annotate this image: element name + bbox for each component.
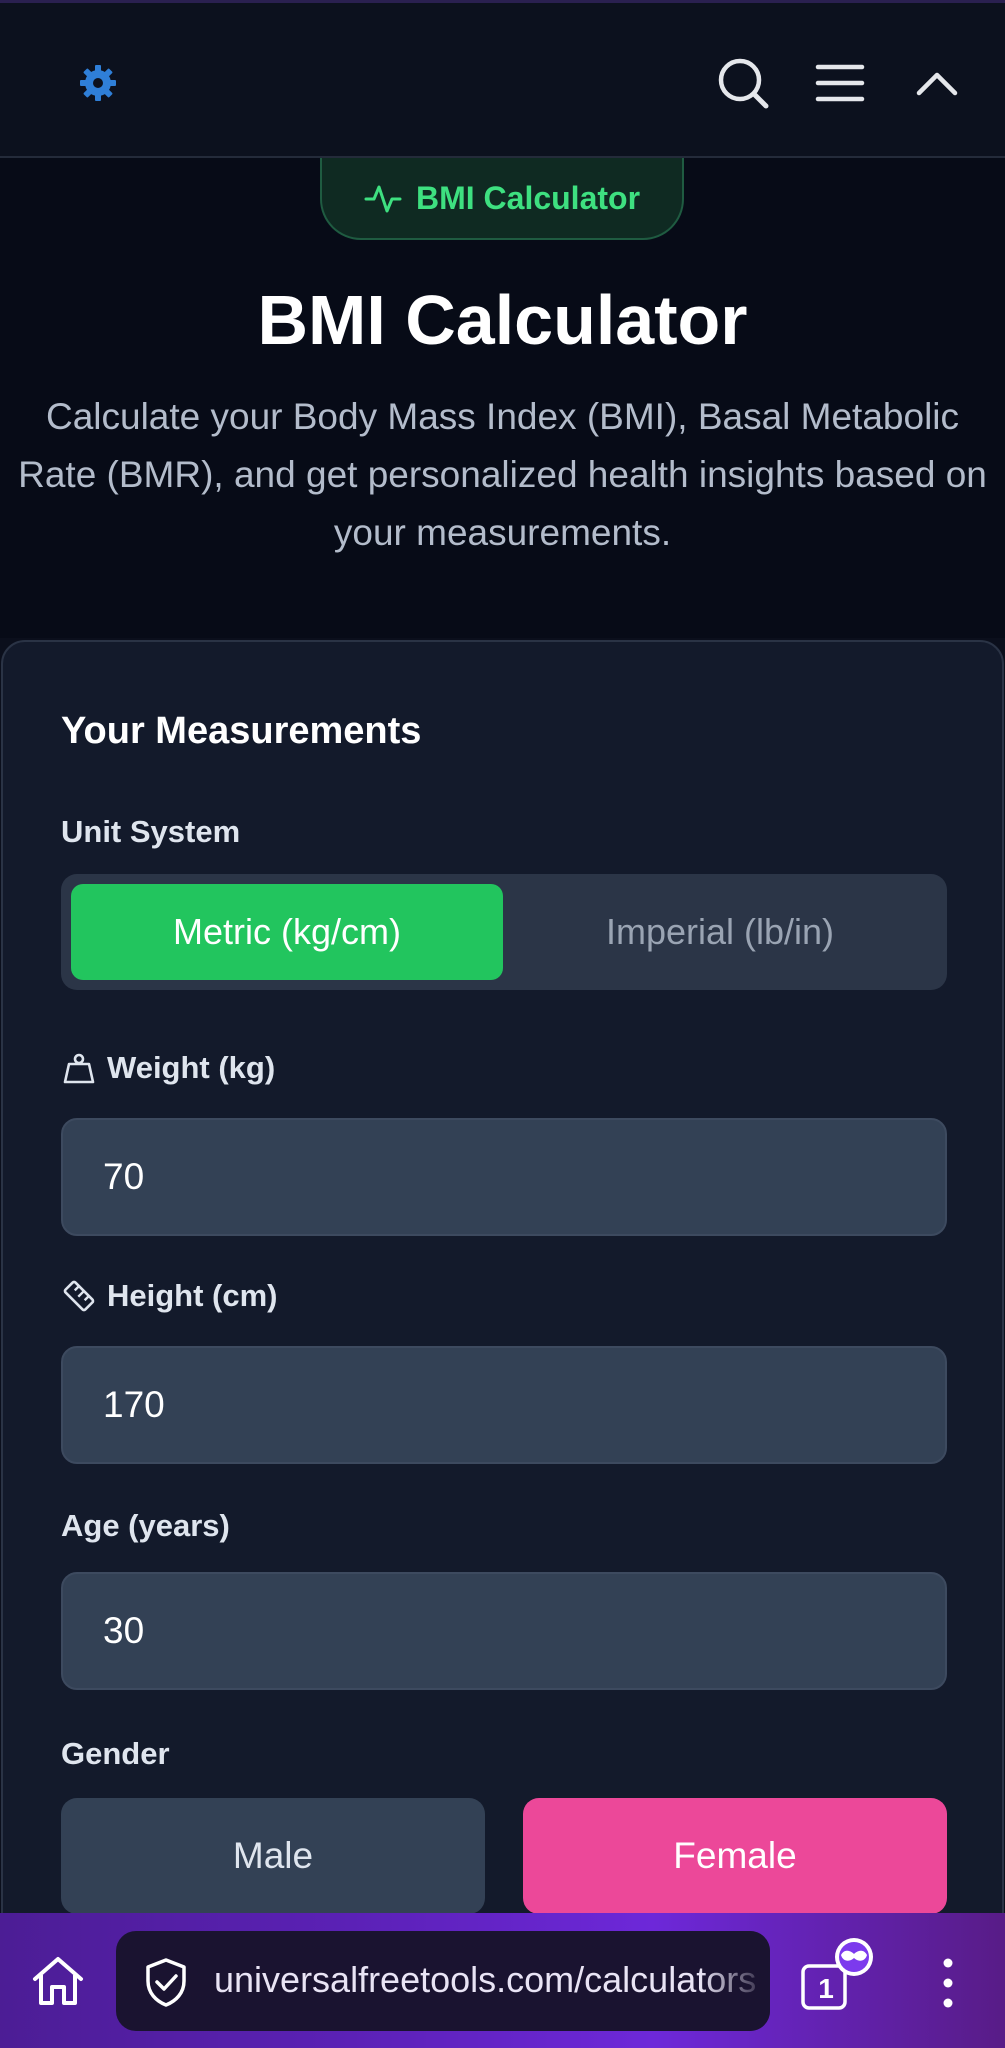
url-text: universalfreetools.com/calculators: [214, 1959, 757, 2000]
unit-system-label-text: Unit System: [61, 814, 241, 849]
more-options-icon[interactable]: [930, 1955, 966, 2011]
activity-pulse-icon: [364, 185, 402, 213]
search-icon[interactable]: [713, 53, 773, 113]
metric-option-button[interactable]: Metric (kg/cm): [71, 884, 503, 980]
weight-label: Weight (kg): [61, 1050, 275, 1086]
tab-switcher-button[interactable]: 1: [798, 1935, 882, 2025]
url-fade: [700, 1931, 770, 2031]
weight-label-text: Weight (kg): [107, 1050, 276, 1085]
age-label: Age (years): [61, 1508, 230, 1544]
height-label: Height (cm): [61, 1278, 278, 1314]
browser-bottom-bar: universalfreetools.com/calculators 1: [0, 1913, 1005, 2048]
page-description: Calculate your Body Mass Index (BMI), Ba…: [0, 388, 1005, 562]
hero-section: BMI Calculator BMI Calculator Calculate …: [0, 158, 1005, 638]
description-line: Calculate your Body Mass Index (BMI), Ba…: [45, 396, 960, 437]
incognito-mask-icon: [835, 1938, 873, 1976]
ruler-icon: [63, 1280, 95, 1312]
imperial-option-button[interactable]: Imperial (lb/in): [503, 884, 937, 980]
badge-label: BMI Calculator: [415, 179, 641, 216]
age-input[interactable]: 30: [61, 1572, 947, 1690]
unit-system-toggle: Metric (kg/cm) Imperial (lb/in): [61, 874, 947, 990]
gear-logo-icon[interactable]: [76, 61, 120, 105]
height-input[interactable]: 170: [61, 1346, 947, 1464]
weight-icon: [63, 1053, 95, 1084]
weight-input[interactable]: 70: [61, 1118, 947, 1236]
female-button[interactable]: Female: [523, 1798, 947, 1914]
home-icon[interactable]: [30, 1955, 86, 2007]
top-app-bar: [0, 0, 1005, 158]
page-title: BMI Calculator: [257, 281, 748, 359]
url-bar[interactable]: universalfreetools.com/calculators: [116, 1931, 770, 2031]
bmi-badge: BMI Calculator: [320, 158, 684, 240]
male-button[interactable]: Male: [61, 1798, 485, 1914]
age-label-text: Age (years): [61, 1508, 230, 1543]
menu-icon[interactable]: [810, 53, 870, 113]
gender-label: Gender: [61, 1736, 170, 1772]
unit-system-label: Unit System: [61, 814, 240, 850]
measurements-card: Your Measurements Unit System Metric (kg…: [1, 640, 1004, 1940]
height-label-text: Height (cm): [107, 1278, 278, 1313]
gender-label-text: Gender: [61, 1736, 170, 1771]
description-line: your measurements.: [333, 512, 672, 553]
chevron-up-icon[interactable]: [907, 53, 967, 113]
shield-check-icon: [146, 1958, 186, 2007]
section-title: Your Measurements: [61, 710, 422, 752]
description-line: Rate (BMR), and get personalized health …: [18, 454, 987, 495]
